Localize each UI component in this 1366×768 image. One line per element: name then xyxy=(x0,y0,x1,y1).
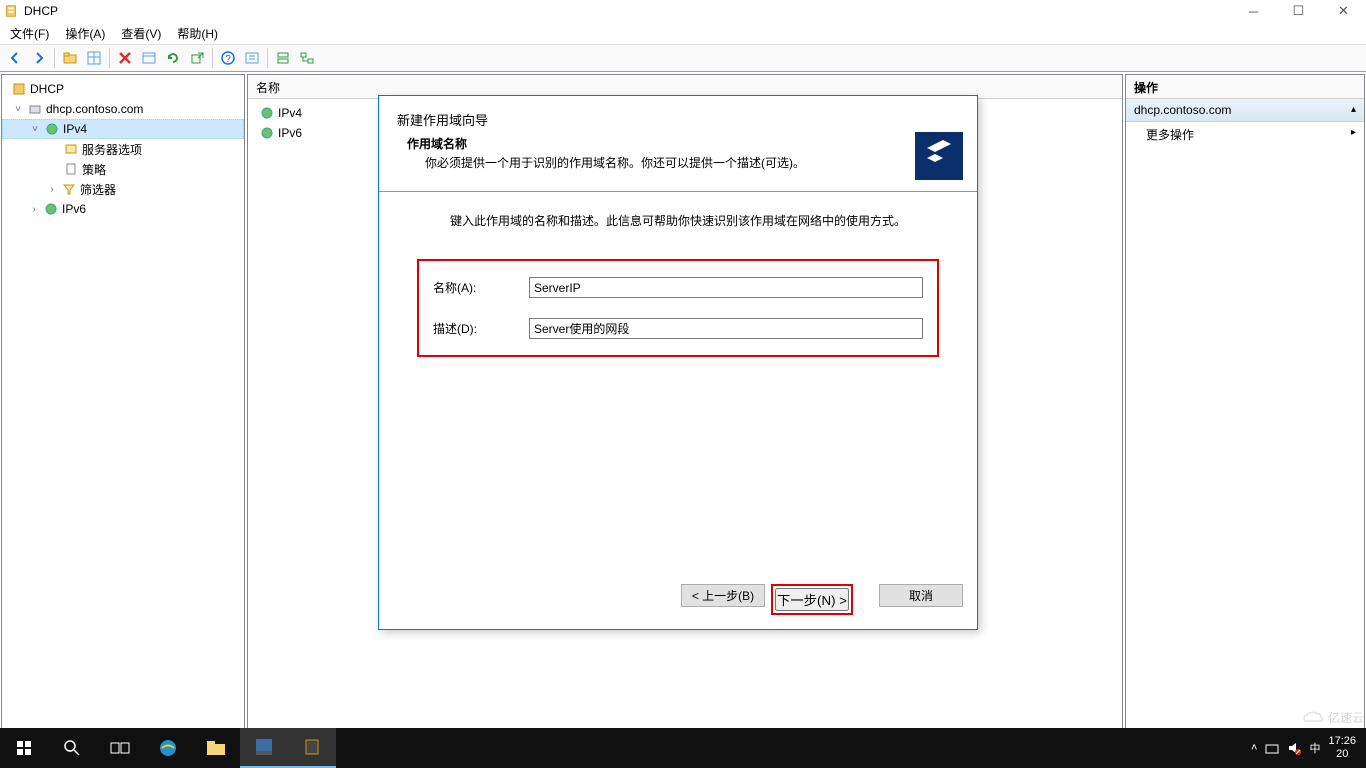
ipv4-icon xyxy=(44,121,60,137)
policy-icon xyxy=(63,161,79,177)
menu-file[interactable]: 文件(F) xyxy=(2,23,57,44)
forward-button[interactable] xyxy=(28,47,50,69)
grid-icon[interactable] xyxy=(83,47,105,69)
collapse-icon[interactable]: ▴ xyxy=(1351,104,1356,115)
more-actions[interactable]: 更多操作 ▸ xyxy=(1126,122,1364,147)
wizard-subdesc: 你必须提供一个用于识别的作用域名称。你还可以提供一个描述(可选)。 xyxy=(407,154,959,171)
tree-root-label: DHCP xyxy=(30,82,64,96)
title-text: DHCP xyxy=(24,4,58,18)
server-manager-icon[interactable] xyxy=(240,728,288,768)
filter-icon xyxy=(61,181,77,197)
properties-icon[interactable] xyxy=(241,47,263,69)
wizard-title: 新建作用域向导 xyxy=(397,110,959,129)
menu-help[interactable]: 帮助(H) xyxy=(169,23,226,44)
back-button[interactable] xyxy=(4,47,26,69)
dhcp-app-icon[interactable] xyxy=(288,728,336,768)
window-icon[interactable] xyxy=(138,47,160,69)
more-actions-label: 更多操作 xyxy=(1146,128,1194,142)
close-button[interactable]: ✕ xyxy=(1321,0,1366,22)
tray-clock[interactable]: 17:26 20 xyxy=(1328,735,1360,761)
actions-panel: 操作 dhcp.contoso.com ▴ 更多操作 ▸ xyxy=(1125,74,1365,745)
dhcp-icon xyxy=(11,81,27,97)
scope-name-input[interactable] xyxy=(529,277,923,298)
toolbar-separator xyxy=(54,48,55,68)
toolbar-separator xyxy=(267,48,268,68)
tree-root[interactable]: DHCP xyxy=(2,79,244,99)
wizard-icon xyxy=(915,132,963,180)
tree-server-label: dhcp.contoso.com xyxy=(46,102,143,116)
export-icon[interactable] xyxy=(186,47,208,69)
folder-icon[interactable] xyxy=(59,47,81,69)
list-item-label: IPv4 xyxy=(278,106,302,120)
wizard-subtitle: 作用域名称 xyxy=(407,135,959,152)
tree-ipv4[interactable]: ˅ IPv4 xyxy=(2,119,244,139)
delete-icon[interactable] xyxy=(114,47,136,69)
tree-item-label: 策略 xyxy=(82,161,106,178)
minimize-button[interactable]: ─ xyxy=(1231,0,1276,22)
menu-view[interactable]: 查看(V) xyxy=(113,23,169,44)
next-button[interactable]: 下一步(N) > xyxy=(775,588,849,611)
tree-policies[interactable]: 策略 xyxy=(2,159,244,179)
tree-ipv4-label: IPv4 xyxy=(63,122,87,136)
volume-tray-icon[interactable] xyxy=(1287,741,1301,755)
taskview-button[interactable] xyxy=(96,728,144,768)
tree-ipv6-label: IPv6 xyxy=(62,202,86,216)
network-icon[interactable] xyxy=(296,47,318,69)
expand-icon[interactable]: › xyxy=(46,184,58,195)
help-icon[interactable]: ? xyxy=(217,47,239,69)
wizard-dialog: 新建作用域向导 作用域名称 你必须提供一个用于识别的作用域名称。你还可以提供一个… xyxy=(378,95,978,630)
menu-bar: 文件(F) 操作(A) 查看(V) 帮助(H) xyxy=(0,22,1366,44)
tree-panel: DHCP ˅ dhcp.contoso.com ˅ IPv4 服务器选项 策略 … xyxy=(1,74,245,745)
taskbar: ˄ 中 17:26 20 xyxy=(0,728,1366,768)
collapse-icon[interactable]: ˅ xyxy=(29,124,41,135)
tree-filters[interactable]: › 筛选器 xyxy=(2,179,244,199)
actions-section-label: dhcp.contoso.com xyxy=(1134,103,1231,117)
ipv4-list-icon xyxy=(259,105,275,121)
chevron-right-icon: ▸ xyxy=(1351,127,1356,138)
toolbar-separator xyxy=(109,48,110,68)
list-item-label: IPv6 xyxy=(278,126,302,140)
tree-ipv6[interactable]: › IPv6 xyxy=(2,199,244,219)
tray-up-icon[interactable]: ˄ xyxy=(1251,742,1257,754)
ie-icon[interactable] xyxy=(144,728,192,768)
wizard-hint: 键入此作用域的名称和描述。此信息可帮助你快速识别该作用域在网络中的使用方式。 xyxy=(403,212,953,249)
maximize-button[interactable]: ☐ xyxy=(1276,0,1321,22)
name-label: 名称(A): xyxy=(433,279,529,296)
desc-label: 描述(D): xyxy=(433,320,529,337)
collapse-icon[interactable]: ˅ xyxy=(12,104,24,115)
server-icon[interactable] xyxy=(272,47,294,69)
ipv6-icon xyxy=(43,201,59,217)
ime-indicator[interactable]: 中 xyxy=(1309,740,1320,756)
app-icon xyxy=(4,4,18,18)
system-tray: ˄ 中 17:26 20 xyxy=(1251,735,1360,761)
highlighted-form: 名称(A): 描述(D): xyxy=(417,259,939,357)
title-bar: DHCP ─ ☐ ✕ xyxy=(0,0,1366,22)
content-panel: 名称 IPv4 IPv6 新建作用域向导 作用域名称 你必须提供一个用于识别的作… xyxy=(247,74,1123,745)
scope-desc-input[interactable] xyxy=(529,318,923,339)
ipv6-list-icon xyxy=(259,125,275,141)
search-button[interactable] xyxy=(48,728,96,768)
back-button[interactable]: < 上一步(B) xyxy=(681,584,765,607)
svg-text:?: ? xyxy=(225,54,231,65)
options-icon xyxy=(63,141,79,157)
actions-section[interactable]: dhcp.contoso.com ▴ xyxy=(1126,99,1364,122)
menu-action[interactable]: 操作(A) xyxy=(57,23,113,44)
refresh-icon[interactable] xyxy=(162,47,184,69)
cancel-button[interactable]: 取消 xyxy=(879,584,963,607)
server-node-icon xyxy=(27,101,43,117)
tree-server-options[interactable]: 服务器选项 xyxy=(2,139,244,159)
actions-header: 操作 xyxy=(1126,75,1364,99)
explorer-icon[interactable] xyxy=(192,728,240,768)
tree-item-label: 服务器选项 xyxy=(82,141,142,158)
watermark: 亿速云 xyxy=(1302,709,1364,726)
network-tray-icon[interactable] xyxy=(1265,741,1279,755)
tree-item-label: 筛选器 xyxy=(80,181,116,198)
toolbar: ? xyxy=(0,44,1366,72)
tree-server[interactable]: ˅ dhcp.contoso.com xyxy=(2,99,244,119)
expand-icon[interactable]: › xyxy=(28,204,40,215)
start-button[interactable] xyxy=(0,728,48,768)
toolbar-separator xyxy=(212,48,213,68)
next-button-highlight: 下一步(N) > xyxy=(771,584,853,615)
